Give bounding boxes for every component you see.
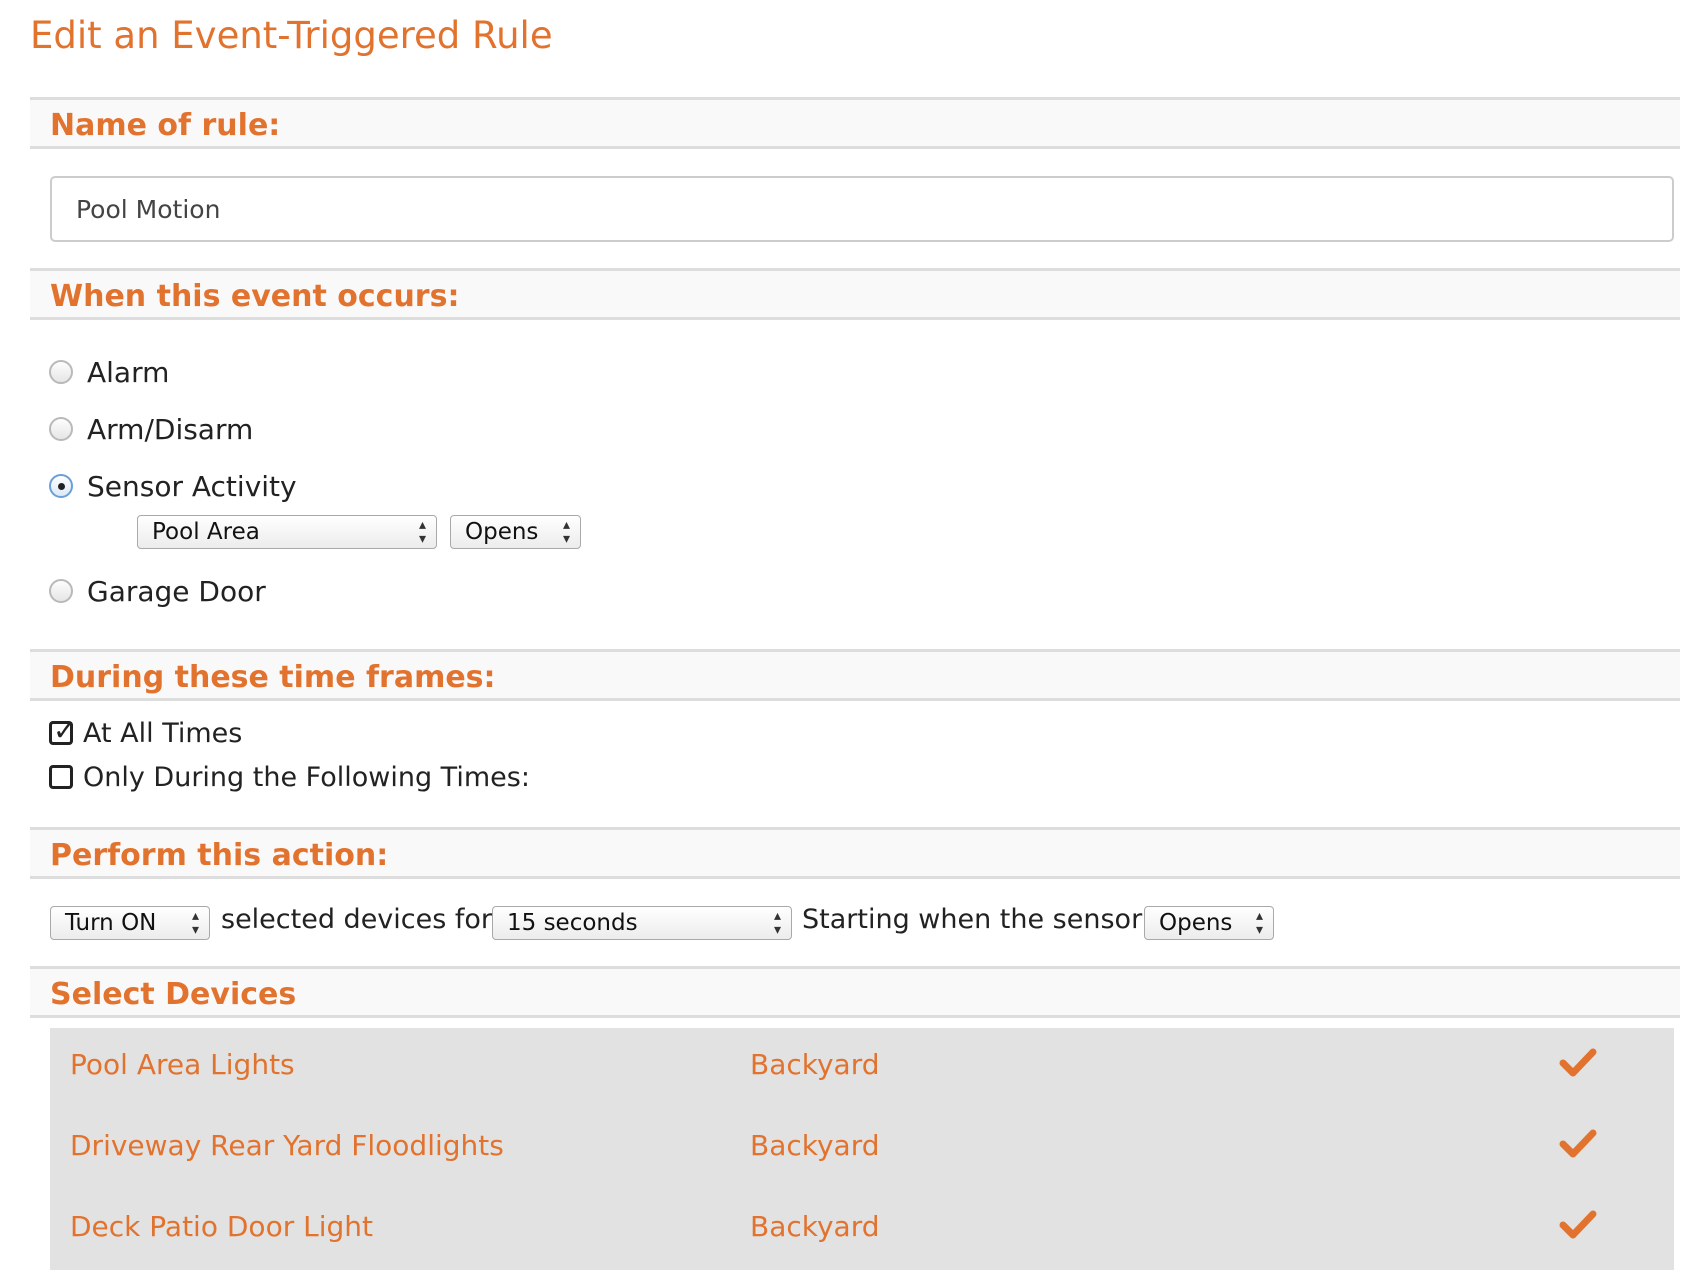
duration-select-value: 15 seconds xyxy=(507,910,638,936)
device-list: Pool Area Lights Backyard Driveway Rear … xyxy=(50,1028,1674,1270)
radio-garage-door[interactable] xyxy=(49,579,73,603)
time-option-label: Only During the Following Times: xyxy=(83,761,530,793)
radio-sensor-activity[interactable] xyxy=(49,474,73,498)
section-heading-event: When this event occurs: xyxy=(50,279,460,314)
device-row[interactable]: Pool Area Lights Backyard xyxy=(50,1028,1674,1108)
section-heading-action: Perform this action: xyxy=(50,838,389,873)
section-select-devices: Select Devices xyxy=(30,966,1680,1018)
device-row[interactable]: Deck Patio Door Light Backyard xyxy=(50,1190,1674,1270)
checkbox-all-times[interactable]: ✓ xyxy=(49,714,76,747)
select-arrows-icon: ▴ ▾ xyxy=(191,908,199,938)
device-location: Backyard xyxy=(750,1210,880,1243)
event-option-label: Arm/Disarm xyxy=(87,412,254,446)
radio-arm-disarm[interactable] xyxy=(49,417,73,441)
sensor-state-select-value: Opens xyxy=(465,519,539,545)
event-option-alarm[interactable]: Alarm xyxy=(49,352,169,392)
section-time-frames: During these time frames: xyxy=(30,649,1680,701)
action-select-value: Turn ON xyxy=(65,910,157,936)
trigger-select-value: Opens xyxy=(1159,910,1233,936)
rule-name-input[interactable] xyxy=(50,176,1674,242)
checkmark-icon[interactable] xyxy=(1558,1042,1598,1082)
section-heading-name: Name of rule: xyxy=(50,108,281,143)
device-row[interactable]: Driveway Rear Yard Floodlights Backyard xyxy=(50,1109,1674,1189)
page-title: Edit an Event-Triggered Rule xyxy=(30,14,553,57)
sensor-state-select[interactable]: Opens ▴ ▾ xyxy=(450,515,581,549)
device-location: Backyard xyxy=(750,1048,880,1081)
select-arrows-icon: ▴ ▾ xyxy=(773,908,781,938)
checkmark-icon[interactable] xyxy=(1558,1123,1598,1163)
action-select[interactable]: Turn ON ▴ ▾ xyxy=(50,906,210,940)
time-option-following-times[interactable]: Only During the Following Times: xyxy=(49,758,530,796)
event-option-label: Sensor Activity xyxy=(87,469,297,503)
time-option-all-times[interactable]: ✓ At All Times xyxy=(49,714,242,752)
event-option-sensor-activity[interactable]: Sensor Activity xyxy=(49,466,297,506)
trigger-select[interactable]: Opens ▴ ▾ xyxy=(1144,906,1274,940)
event-option-label: Garage Door xyxy=(87,574,266,608)
section-name-of-rule: Name of rule: xyxy=(30,97,1680,149)
devices-for-text: selected devices for xyxy=(221,904,493,935)
event-option-garage-door[interactable]: Garage Door xyxy=(49,571,266,611)
section-heading-time: During these time frames: xyxy=(50,660,496,695)
event-option-label: Alarm xyxy=(87,355,170,389)
select-arrows-icon: ▴ ▾ xyxy=(418,517,426,547)
time-option-label: At All Times xyxy=(83,717,243,749)
event-option-arm-disarm[interactable]: Arm/Disarm xyxy=(49,409,253,449)
device-name: Driveway Rear Yard Floodlights xyxy=(70,1129,504,1162)
sensor-select-value: Pool Area xyxy=(152,519,260,545)
device-name: Deck Patio Door Light xyxy=(70,1210,373,1243)
edit-rule-page: Edit an Event-Triggered Rule Name of rul… xyxy=(0,0,1682,1272)
duration-select[interactable]: 15 seconds ▴ ▾ xyxy=(492,906,792,940)
section-heading-devices: Select Devices xyxy=(50,977,297,1012)
select-arrows-icon: ▴ ▾ xyxy=(1255,908,1263,938)
device-name: Pool Area Lights xyxy=(70,1048,295,1081)
starting-when-text: Starting when the sensor xyxy=(802,904,1143,935)
radio-alarm[interactable] xyxy=(49,360,73,384)
select-arrows-icon: ▴ ▾ xyxy=(562,517,570,547)
device-location: Backyard xyxy=(750,1129,880,1162)
sensor-select[interactable]: Pool Area ▴ ▾ xyxy=(137,515,437,549)
section-event: When this event occurs: xyxy=(30,268,1680,320)
checkmark-icon[interactable] xyxy=(1558,1204,1598,1244)
section-action: Perform this action: xyxy=(30,827,1680,879)
checkbox-following-times[interactable] xyxy=(49,765,73,789)
checkmark-icon: ✓ xyxy=(53,714,77,747)
